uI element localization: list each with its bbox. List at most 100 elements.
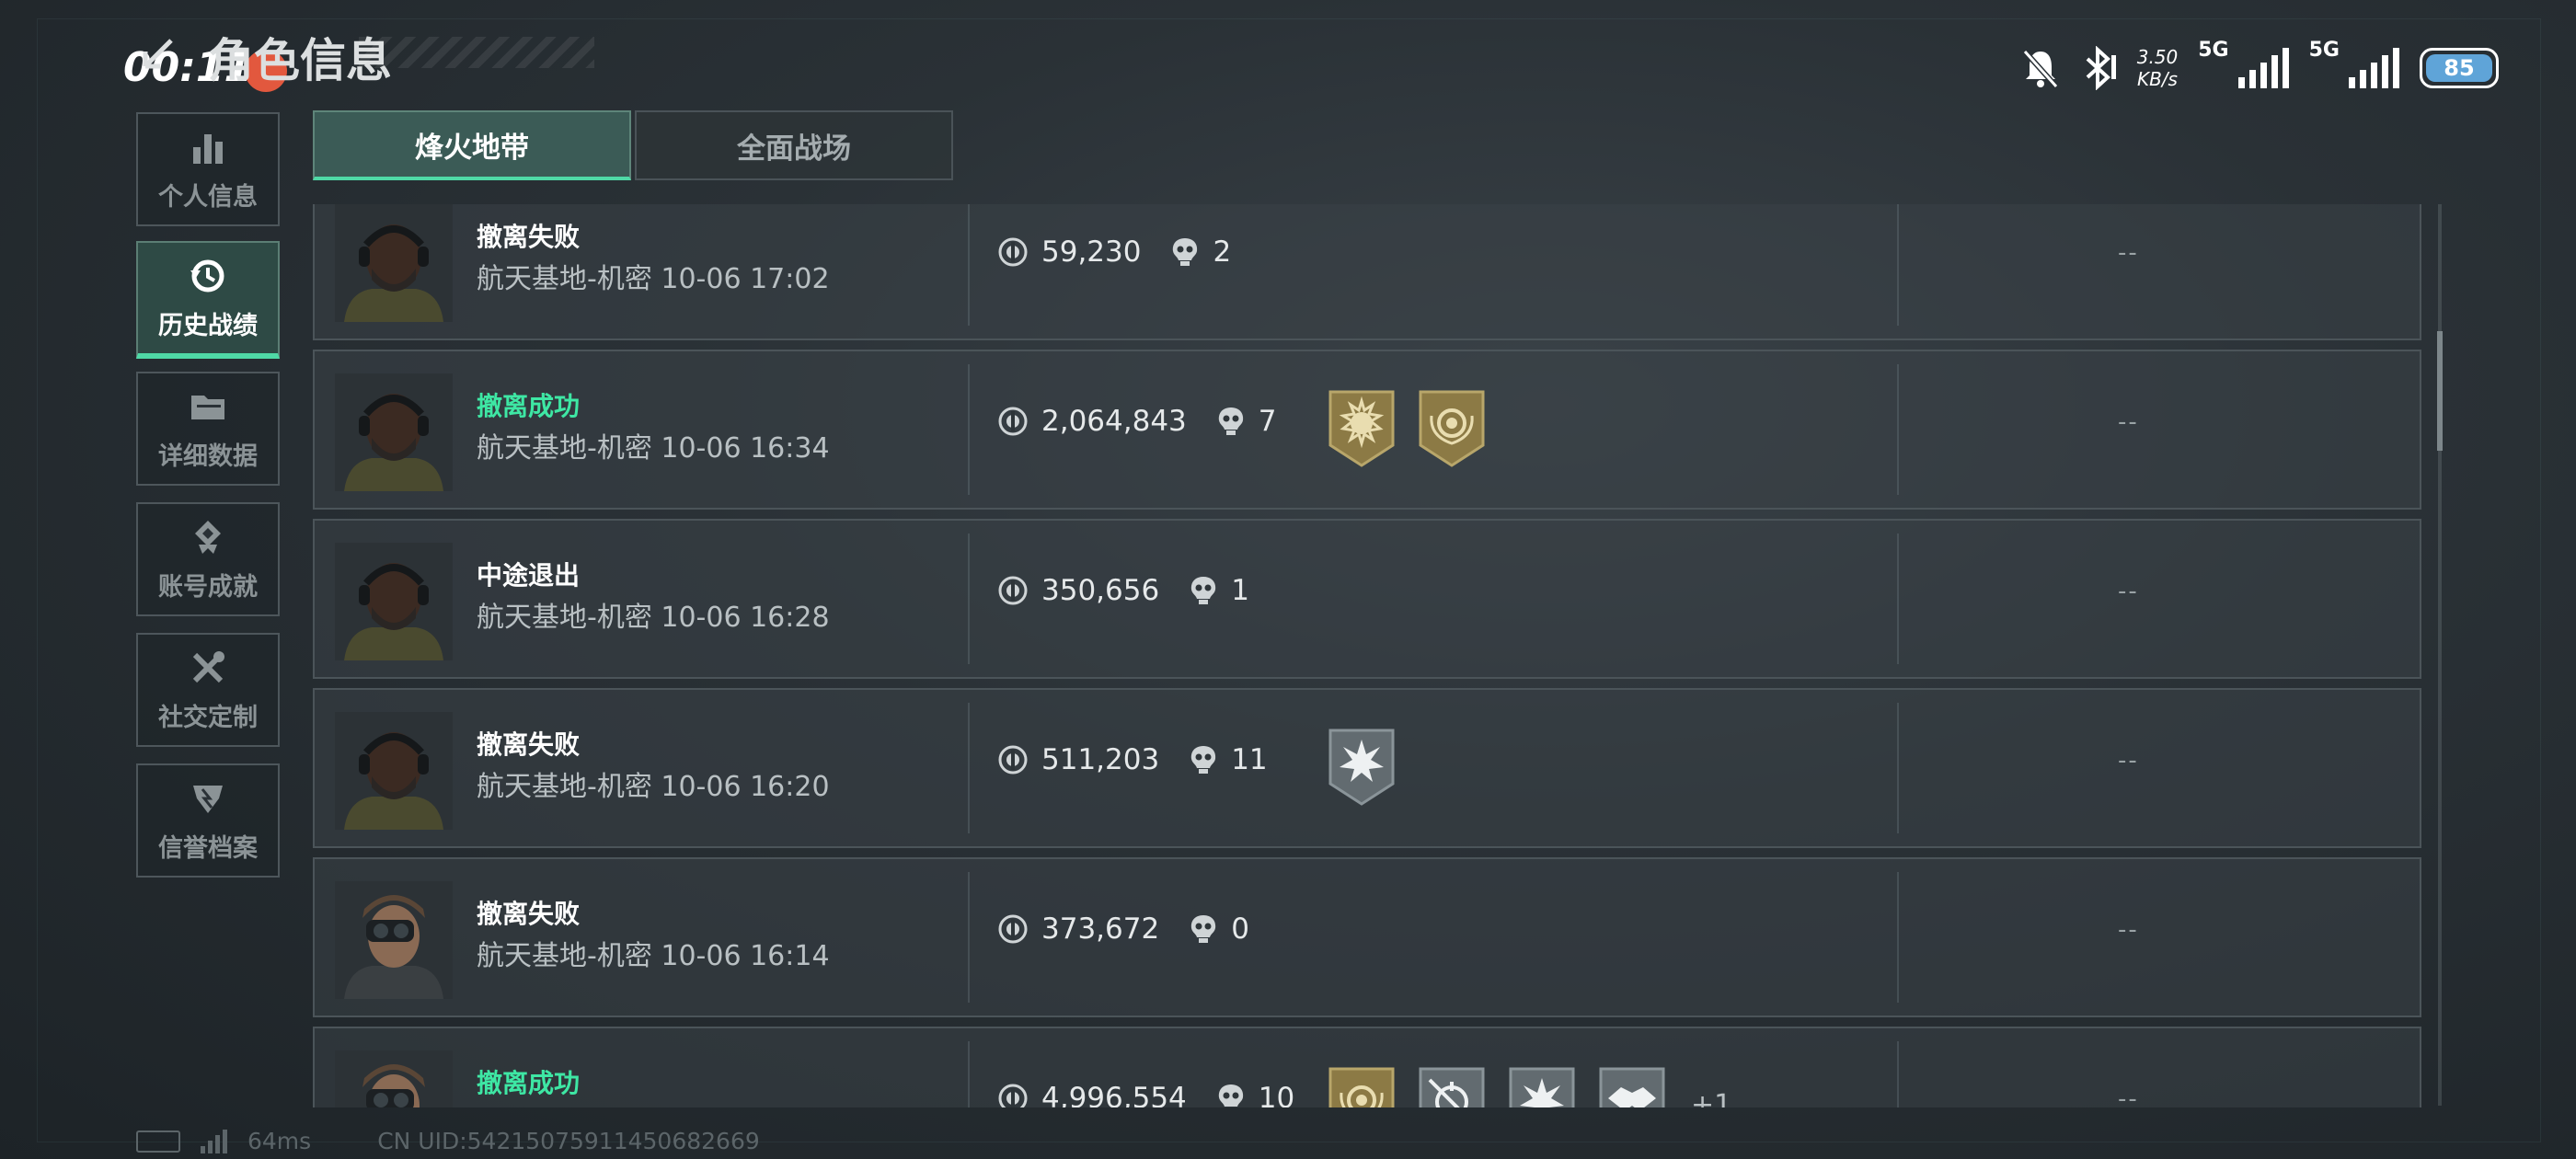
kill-skull-icon xyxy=(1218,407,1243,435)
credit-shield-icon xyxy=(193,785,223,813)
loot-value: 350,656 xyxy=(1041,574,1160,607)
empty-value-placeholder: -- xyxy=(2118,239,2139,267)
kill-count: 1 xyxy=(1189,574,1249,607)
scrollbar-thumb[interactable] xyxy=(2437,331,2443,451)
player-uid: CN UID:54215075911450682669 xyxy=(377,1128,760,1154)
kill-count: 2 xyxy=(1170,235,1231,269)
sidebar-item-detail-data[interactable]: 详细数据 xyxy=(136,372,280,486)
sidebar-item-achievements[interactable]: 账号成就 xyxy=(136,502,280,616)
match-record-row[interactable]: 撤离成功 航天基地-机密 10-06 16:34 2,064,843 7 -- xyxy=(313,350,2421,510)
loot-value: 511,203 xyxy=(1041,743,1160,776)
empty-value-placeholder: -- xyxy=(2118,747,2139,775)
column-divider xyxy=(968,1041,970,1107)
battery-indicator: 85 xyxy=(2420,48,2499,88)
column-divider xyxy=(968,872,970,1003)
column-divider xyxy=(968,364,970,495)
match-stats: 511,203 11 xyxy=(997,743,1268,776)
operator-avatar xyxy=(335,712,453,830)
silver-burst-badge-icon[interactable] xyxy=(1507,1065,1577,1107)
match-record-row[interactable]: 撤离成功 潮汐监狱-绝密 10-06 15:40 4,996,554 10 +1… xyxy=(313,1027,2421,1107)
silver-burst-badge-icon[interactable] xyxy=(1327,727,1397,806)
hafcoin-value-icon xyxy=(998,914,1028,944)
map-and-time: 航天基地-机密 10-06 17:02 xyxy=(477,263,830,295)
match-record-row[interactable]: 撤离失败 航天基地-机密 10-06 16:14 373,672 0 -- xyxy=(313,857,2421,1017)
footer-info: 64ms CN UID:54215075911450682669 xyxy=(136,1128,760,1154)
empty-value-placeholder: -- xyxy=(2118,1085,2139,1107)
extraction-result: 撤离成功 xyxy=(477,391,581,421)
map-and-time: 航天基地-机密 10-06 16:34 xyxy=(477,432,830,465)
column-divider xyxy=(968,703,970,833)
extraction-result: 中途退出 xyxy=(477,560,581,591)
extraction-result: 撤离成功 xyxy=(477,1068,581,1098)
match-record-row[interactable]: 撤离失败 航天基地-机密 10-06 16:20 511,203 11 -- xyxy=(313,688,2421,848)
map-and-time: 航天基地-机密 10-06 16:28 xyxy=(477,602,830,634)
kill-skull-icon xyxy=(1191,577,1216,604)
match-record-row[interactable]: 撤离失败 航天基地-机密 10-06 17:02 59,230 2 -- xyxy=(313,204,2421,340)
sidebar-item-credit-record[interactable]: 信誉档案 xyxy=(136,763,280,878)
column-divider xyxy=(1897,364,1899,495)
operator-avatar xyxy=(335,881,453,999)
match-stats: 59,230 2 xyxy=(997,235,1231,269)
kill-count: 7 xyxy=(1216,405,1277,438)
gold-sun-badge-icon[interactable] xyxy=(1327,388,1397,467)
match-record-row[interactable]: 中途退出 航天基地-机密 10-06 16:28 350,656 1 -- xyxy=(313,519,2421,679)
tools-icon xyxy=(192,650,224,683)
empty-value-placeholder: -- xyxy=(2118,578,2139,605)
gold-wreath-badge-icon[interactable] xyxy=(1327,1065,1397,1107)
loot-value: 373,672 xyxy=(1041,912,1160,946)
network-type-1: 5G xyxy=(2198,39,2229,62)
silver-handshake-badge-icon[interactable] xyxy=(1597,1065,1667,1107)
extraction-result: 撤离失败 xyxy=(477,899,581,929)
signal-strength-icon xyxy=(2237,48,2289,88)
kill-skull-icon xyxy=(1191,746,1216,774)
history-clock-icon xyxy=(190,259,224,292)
loot-value: 2,064,843 xyxy=(1041,405,1187,438)
network-speed: 3.50 KB/s xyxy=(2136,46,2179,90)
sidebar-item-label: 账号成就 xyxy=(158,572,258,602)
match-stats: 2,064,843 7 xyxy=(997,405,1277,438)
match-stats: 350,656 1 xyxy=(997,574,1249,607)
gold-wreath-badge-icon[interactable] xyxy=(1417,388,1487,467)
kill-skull-icon xyxy=(1173,238,1198,266)
sidebar-item-label: 社交定制 xyxy=(158,703,258,732)
match-stats: 4,996,554 10 xyxy=(997,1082,1294,1107)
kill-count: 11 xyxy=(1189,743,1268,776)
match-history-list[interactable]: 撤离失败 航天基地-机密 10-06 17:02 59,230 2 -- 撤离成… xyxy=(313,204,2425,1107)
silver-crosshair-badge-icon[interactable] xyxy=(1417,1065,1487,1107)
map-and-time: 航天基地-机密 10-06 16:14 xyxy=(477,940,830,972)
more-badges-count[interactable]: +1 xyxy=(1691,1089,1731,1108)
tab-fenghuo-zone[interactable]: 烽火地带 xyxy=(313,110,631,180)
achievement-icon xyxy=(195,520,221,554)
sidebar-item-personal-info[interactable]: 个人信息 xyxy=(136,112,280,226)
hafcoin-value-icon xyxy=(998,407,1028,436)
kill-count: 10 xyxy=(1216,1082,1294,1107)
bluetooth-icon xyxy=(2086,46,2116,90)
tab-full-battlefield[interactable]: 全面战场 xyxy=(635,110,953,180)
bar-chart-icon xyxy=(193,133,223,164)
column-divider xyxy=(1897,872,1899,1003)
column-divider xyxy=(1897,703,1899,833)
column-divider xyxy=(1897,534,1899,664)
badge-list xyxy=(1327,727,1397,806)
sidebar-item-social-custom[interactable]: 社交定制 xyxy=(136,633,280,747)
hafcoin-value-icon xyxy=(998,1084,1028,1107)
map-and-time: 航天基地-机密 10-06 16:20 xyxy=(477,771,830,803)
operator-avatar xyxy=(335,204,453,322)
back-arrow-icon[interactable] xyxy=(138,33,178,74)
kill-skull-icon xyxy=(1218,1084,1243,1107)
sidebar-item-label: 信誉档案 xyxy=(158,833,258,863)
extraction-result: 撤离失败 xyxy=(477,222,581,252)
sidebar-item-match-history[interactable]: 历史战绩 xyxy=(136,241,280,359)
operator-avatar xyxy=(335,373,453,491)
loot-value: 4,996,554 xyxy=(1041,1082,1187,1107)
device-battery-icon xyxy=(136,1130,180,1153)
kill-skull-icon xyxy=(1191,915,1216,943)
column-divider xyxy=(1897,204,1899,326)
map-and-time: 潮汐监狱-绝密 10-06 15:40 xyxy=(477,1102,830,1107)
empty-value-placeholder: -- xyxy=(2118,408,2139,436)
extraction-result: 撤离失败 xyxy=(477,729,581,760)
sidebar-item-label: 历史战绩 xyxy=(158,311,258,340)
hafcoin-value-icon xyxy=(998,576,1028,605)
column-divider xyxy=(968,534,970,664)
signal-strength-icon xyxy=(2349,48,2399,88)
